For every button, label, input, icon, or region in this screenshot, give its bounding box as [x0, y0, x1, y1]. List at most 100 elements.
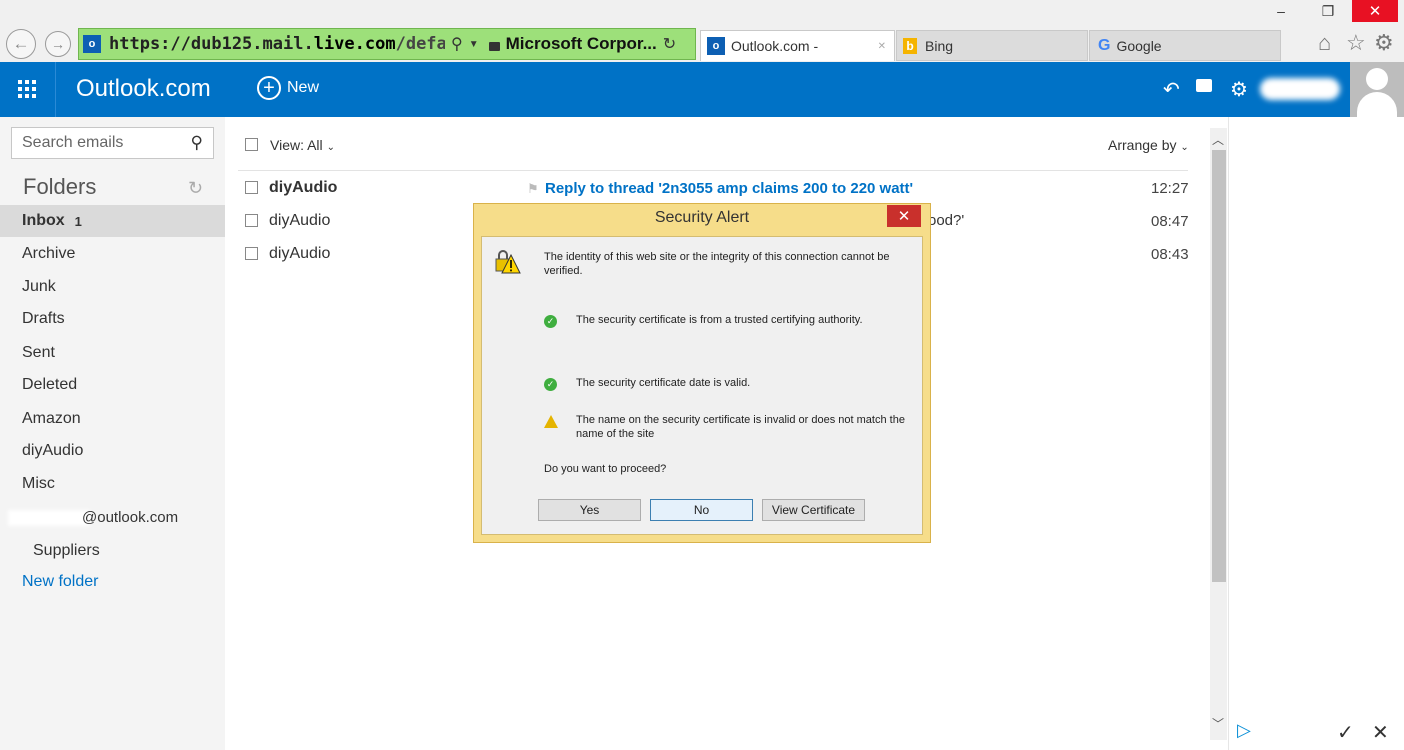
- tab-close-icon[interactable]: ✕: [878, 41, 886, 52]
- message-checkbox[interactable]: [245, 214, 258, 227]
- site-identity[interactable]: Microsoft Corpor...: [506, 34, 657, 54]
- message-checkbox[interactable]: [245, 247, 258, 260]
- folder-archive[interactable]: Archive: [0, 238, 225, 270]
- folder-label: Junk: [22, 278, 56, 295]
- search-input[interactable]: Search emails ⚲: [11, 127, 214, 159]
- dialog-question: Do you want to proceed?: [544, 463, 667, 475]
- folder-label: Inbox: [22, 212, 65, 229]
- folder-label: diyAudio: [22, 442, 84, 459]
- folder-diyaudio[interactable]: diyAudio: [0, 435, 225, 467]
- folder-misc[interactable]: Misc: [0, 468, 225, 500]
- message-time: 08:43: [1151, 246, 1189, 263]
- tools-gear-icon[interactable]: ⚙: [1374, 30, 1394, 56]
- list-divider: [238, 170, 1188, 171]
- folder-label: Sent: [22, 344, 55, 361]
- app-brand[interactable]: Outlook.com: [76, 75, 211, 103]
- folder-amazon[interactable]: Amazon: [0, 403, 225, 435]
- favorites-star-icon[interactable]: ☆: [1346, 30, 1366, 56]
- avatar-body-icon: [1357, 92, 1397, 117]
- tab-outlook[interactable]: o Outlook.com - ✕: [700, 30, 895, 61]
- maximize-button[interactable]: ❐: [1305, 0, 1351, 22]
- no-button[interactable]: No: [650, 499, 753, 521]
- scroll-down-icon[interactable]: ﹀: [1212, 715, 1224, 732]
- tab-label: Bing: [925, 37, 954, 54]
- home-icon[interactable]: ⌂: [1318, 30, 1331, 56]
- select-all-checkbox[interactable]: [245, 138, 258, 151]
- chevron-down-icon: ⌄: [326, 142, 335, 153]
- redacted-username: [1260, 78, 1340, 100]
- address-bar[interactable]: o https://dub125.mail.live.com/default.a…: [78, 28, 696, 60]
- url-text[interactable]: https://dub125.mail.live.com/default.asp: [109, 34, 445, 54]
- tab-google[interactable]: G Google: [1089, 30, 1281, 61]
- chevron-down-icon: ⌄: [1180, 142, 1189, 153]
- bing-icon: b: [903, 37, 917, 54]
- forward-arrow-icon: →: [51, 36, 65, 52]
- message-checkbox[interactable]: [245, 181, 258, 194]
- lock-icon[interactable]: [488, 41, 500, 51]
- folder-label: Amazon: [22, 410, 81, 427]
- plus-icon: +: [257, 76, 281, 100]
- dialog-title: Security Alert: [654, 209, 750, 226]
- tab-bing[interactable]: b Bing: [896, 30, 1088, 61]
- redacted-account-name: [8, 510, 90, 526]
- check-ok-icon: ✓: [544, 378, 557, 391]
- tab-label: Outlook.com -: [731, 38, 819, 54]
- search-placeholder: Search emails: [22, 134, 124, 151]
- account-name[interactable]: @outlook.com: [82, 509, 178, 526]
- unread-count: 1: [74, 213, 82, 229]
- folder-sent[interactable]: Sent: [0, 337, 225, 369]
- dropdown-icon[interactable]: ▼: [469, 39, 479, 50]
- search-icon[interactable]: ⚲: [191, 133, 203, 153]
- close-icon[interactable]: ✕: [1372, 720, 1389, 745]
- folder-drafts[interactable]: Drafts: [0, 303, 225, 335]
- dialog-close-button[interactable]: ✕: [887, 205, 921, 227]
- message-sender: diyAudio: [269, 179, 338, 196]
- back-button[interactable]: ←: [6, 29, 36, 59]
- undo-icon[interactable]: ↶: [1163, 77, 1180, 102]
- site-favicon-icon: o: [83, 35, 101, 53]
- folder-inbox[interactable]: Inbox 1: [0, 205, 225, 237]
- message-subject[interactable]: ood?': [928, 212, 964, 229]
- view-filter-dropdown[interactable]: View: All ⌄: [270, 137, 335, 153]
- window-close-button[interactable]: ✕: [1352, 0, 1398, 22]
- settings-gear-icon[interactable]: ⚙: [1230, 77, 1248, 102]
- message-time: 12:27: [1151, 180, 1189, 197]
- google-icon: G: [1098, 36, 1111, 54]
- minimize-button[interactable]: –: [1258, 0, 1304, 22]
- search-icon[interactable]: ⚲: [451, 34, 463, 54]
- cert-date-text: The security certificate date is valid.: [576, 377, 751, 389]
- arrange-label: Arrange by: [1108, 137, 1177, 153]
- tab-label: Google: [1116, 37, 1162, 54]
- refresh-icon[interactable]: ↻: [663, 34, 676, 54]
- message-time: 08:47: [1151, 213, 1189, 230]
- avatar-head-icon: [1366, 68, 1388, 90]
- avatar[interactable]: [1350, 62, 1404, 117]
- app-launcher-icon[interactable]: [14, 76, 40, 102]
- chat-icon[interactable]: [1196, 79, 1212, 96]
- arrange-by-dropdown[interactable]: Arrange by ⌄: [1108, 137, 1189, 153]
- view-certificate-button[interactable]: View Certificate: [762, 499, 865, 521]
- adchoices-icon[interactable]: ▷: [1237, 720, 1251, 741]
- dialog-intro-text: The identity of this web site or the int…: [544, 251, 890, 277]
- folder-deleted[interactable]: Deleted: [0, 369, 225, 401]
- new-message-button[interactable]: + New: [257, 76, 319, 100]
- forward-button[interactable]: →: [45, 31, 71, 57]
- message-subject[interactable]: Reply to thread '2n3055 amp claims 200 t…: [545, 180, 913, 197]
- new-folder-link[interactable]: New folder: [22, 573, 98, 591]
- folder-label: Misc: [22, 475, 55, 492]
- outlook-icon: o: [707, 37, 725, 55]
- scroll-up-icon[interactable]: ︿: [1212, 131, 1224, 148]
- folder-label: Archive: [22, 245, 76, 262]
- folder-label: Deleted: [22, 376, 78, 393]
- scrollbar-thumb[interactable]: [1212, 150, 1226, 582]
- yes-button[interactable]: Yes: [538, 499, 641, 521]
- folder-suppliers[interactable]: Suppliers: [33, 542, 100, 560]
- security-lock-warning-icon: [493, 249, 521, 277]
- cert-authority-text: The security certificate is from a trust…: [576, 314, 863, 326]
- reading-pane: [1228, 117, 1404, 750]
- folder-junk[interactable]: Junk: [0, 271, 225, 303]
- refresh-folders-icon[interactable]: ↻: [188, 178, 203, 199]
- folders-heading: Folders: [23, 174, 97, 199]
- checkmark-icon[interactable]: ✓: [1337, 720, 1354, 745]
- flag-icon[interactable]: ⚑: [527, 181, 539, 197]
